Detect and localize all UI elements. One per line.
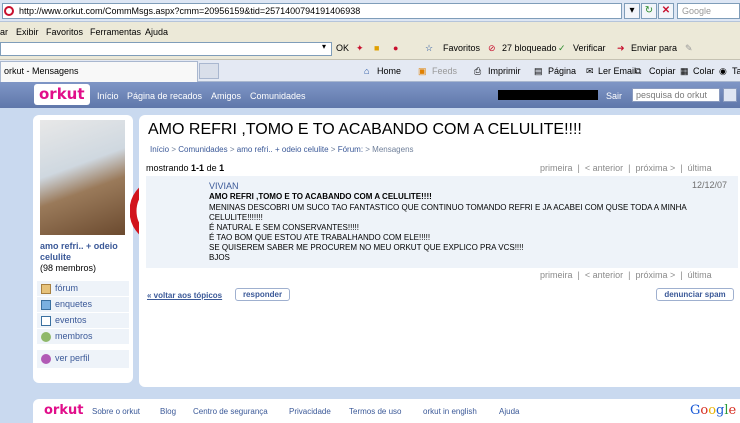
footer-english[interactable]: orkut in english (423, 407, 477, 416)
breadcrumb-community[interactable]: amo refri.. + odeio celulite (237, 145, 329, 154)
new-tab-button[interactable] (199, 63, 219, 79)
pager-bottom: primeira | < anterior | próxima > | últi… (540, 270, 712, 280)
orkut-logo[interactable]: orkut (34, 84, 90, 105)
popup-blocked-count[interactable]: 27 bloqueado (502, 43, 557, 53)
post-body: MENINAS DESCOBRI UM SUCO TAO FANTASTICO … (209, 203, 687, 262)
cmd-feeds[interactable]: Feeds (432, 66, 457, 76)
google-logo: Google (690, 403, 737, 418)
profile-icon (41, 354, 51, 364)
menu-item-exibir[interactable]: Exibir (16, 27, 39, 37)
enviar-para-button[interactable]: Enviar para (631, 43, 677, 53)
cmd-ler-email[interactable]: Ler Email (598, 66, 636, 76)
toolbar-icon-c[interactable]: ● (393, 43, 398, 53)
breadcrumb-comunidades[interactable]: Comunidades (178, 145, 227, 154)
pager-prev[interactable]: < anterior (585, 163, 623, 173)
pager-last-bottom[interactable]: última (688, 270, 712, 280)
post-author-link[interactable]: VIVIAN (209, 181, 239, 191)
orkut-search-input[interactable]: pesquisa do orkut (632, 88, 720, 102)
cmd-imprimir[interactable]: Imprimir (488, 66, 521, 76)
calendar-icon (41, 316, 51, 326)
toolbar-icon-a[interactable]: ✦ (356, 43, 364, 54)
breadcrumb-forum[interactable]: Fórum: (338, 145, 363, 154)
home-icon: ⌂ (364, 66, 370, 76)
pager-top: primeira | < anterior | próxima > | últi… (540, 163, 712, 173)
post-date: 12/12/07 (692, 180, 728, 190)
forum-icon (41, 284, 51, 294)
toolbar-dropdown-icon[interactable]: ▾ (322, 42, 326, 51)
nav-inicio[interactable]: Início (97, 91, 119, 101)
copy-icon: ⧉ (635, 66, 642, 76)
nav-comunidades[interactable]: Comunidades (250, 91, 306, 101)
cmd-home[interactable]: Home (377, 66, 401, 76)
footer-termos[interactable]: Termos de uso (349, 407, 401, 416)
nav-amigos[interactable]: Amigos (211, 91, 241, 101)
back-to-topics-link[interactable]: « voltar aos tópicos (147, 291, 222, 300)
google-search-input[interactable]: Google (677, 3, 740, 19)
dropdown-arrow-icon[interactable]: ▾ (624, 3, 640, 19)
send-icon: ➜ (617, 43, 625, 53)
toolbar-icon-b[interactable]: ■ (374, 43, 379, 53)
members-icon (41, 332, 51, 342)
breadcrumb-inicio[interactable]: Início (150, 145, 169, 154)
pager-last[interactable]: última (688, 163, 712, 173)
star-icon: ☆ (425, 43, 434, 53)
paste-icon: ▦ (680, 66, 689, 76)
email-icon: ✉ (586, 66, 594, 76)
translate-icon: ◉ (719, 66, 727, 76)
pager-next-bottom[interactable]: próxima > (635, 270, 675, 280)
tab-orkut-mensagens[interactable]: orkut - Mensagens (0, 61, 198, 82)
menu-item-file[interactable]: ar (0, 27, 8, 37)
logout-link[interactable]: Sair (606, 91, 622, 101)
post-subject: AMO REFRI ,TOMO E TO ACABANDO COM A CELU… (209, 192, 432, 201)
pager-first-bottom[interactable]: primeira (540, 270, 573, 280)
footer-privacidade[interactable]: Privacidade (289, 407, 331, 416)
report-spam-button[interactable]: denunciar spam (656, 288, 734, 301)
opera-icon (4, 6, 14, 16)
topic-title: AMO REFRI ,TOMO E TO ACABANDO COM A CELU… (148, 121, 582, 138)
footer-ajuda[interactable]: Ajuda (499, 407, 519, 416)
feeds-icon: ▣ (418, 66, 427, 76)
footer-blog[interactable]: Blog (160, 407, 176, 416)
pager-prev-bottom[interactable]: < anterior (585, 270, 623, 280)
community-member-count: (98 membros) (40, 263, 97, 273)
menu-item-favoritos[interactable]: Favoritos (46, 27, 83, 37)
breadcrumb-mensagens: Mensagens (372, 145, 414, 154)
refresh-icon[interactable]: ↻ (641, 3, 657, 19)
toolbar-ok-button[interactable]: OK (336, 43, 349, 53)
stop-icon[interactable]: ✕ (658, 3, 674, 19)
orkut-search-button[interactable] (723, 88, 737, 102)
favoritos-button[interactable]: Favoritos (443, 43, 480, 53)
cmd-copiar[interactable]: Copiar (649, 66, 676, 76)
footer-seguranca[interactable]: Centro de segurança (193, 407, 268, 416)
nav-pagina-recados[interactable]: Página de recados (127, 91, 202, 101)
respond-button[interactable]: responder (235, 288, 290, 301)
toolbar-search-input[interactable] (0, 42, 332, 56)
verificar-button[interactable]: Verificar (573, 43, 606, 53)
spellcheck-icon: ✓ (558, 43, 566, 53)
pager-next[interactable]: próxima > (635, 163, 675, 173)
poll-icon (41, 300, 51, 310)
page-icon: ▤ (534, 66, 543, 76)
cmd-ta[interactable]: Ta (732, 66, 740, 76)
footer-orkut-logo[interactable]: orkut (44, 403, 83, 418)
breadcrumb: Início > Comunidades > amo refri.. + ode… (150, 145, 414, 154)
footer-sobre[interactable]: Sobre o orkut (92, 407, 140, 416)
pager-first[interactable]: primeira (540, 163, 573, 173)
result-count-top: mostrando 1-1 de 1 (146, 163, 225, 173)
menu-item-ferramentas[interactable]: Ferramentas (90, 27, 141, 37)
popup-blocker-icon: ⊘ (488, 43, 496, 53)
menu-item-ajuda[interactable]: Ajuda (145, 27, 168, 37)
redacted-user-email (498, 90, 598, 100)
print-icon: ⎙ (474, 66, 482, 76)
community-name-link[interactable]: amo refri.. + odeio celulite (40, 241, 130, 263)
paperclip-icon[interactable]: ✎ (685, 43, 693, 54)
address-input[interactable]: http://www.orkut.com/CommMsgs.aspx?cmm=2… (2, 3, 622, 19)
community-photo[interactable] (40, 120, 125, 235)
cmd-pagina[interactable]: Página (548, 66, 576, 76)
cmd-colar[interactable]: Colar (693, 66, 715, 76)
